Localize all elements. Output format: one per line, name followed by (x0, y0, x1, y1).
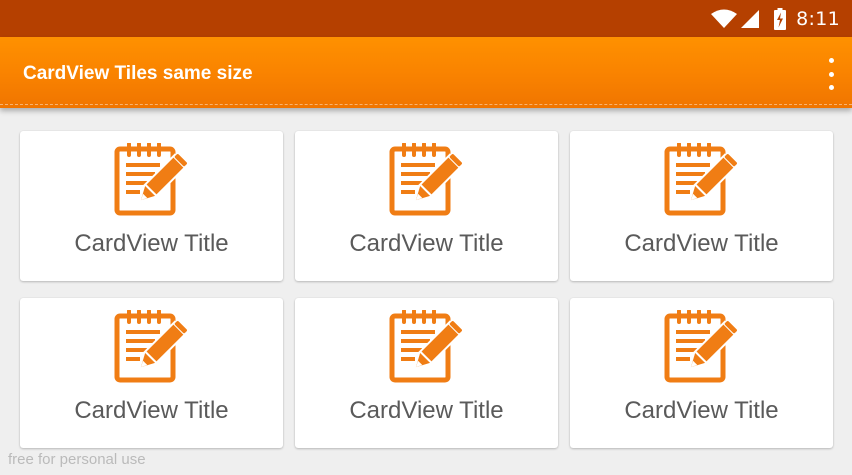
cell-signal-icon (741, 9, 760, 28)
app-title: CardView Tiles same size (23, 63, 253, 84)
card-title: CardView Title (624, 230, 779, 257)
overflow-dot (828, 58, 834, 63)
wifi-icon (711, 9, 738, 28)
card-tile[interactable]: CardView Title (570, 131, 833, 281)
overflow-dot (828, 85, 834, 90)
card-tile[interactable]: CardView Title (20, 298, 283, 448)
notepad-pencil-icon (663, 143, 741, 219)
notepad-pencil-icon (388, 143, 466, 219)
notepad-pencil-icon (113, 310, 191, 386)
card-tile[interactable]: CardView Title (20, 131, 283, 281)
card-title: CardView Title (624, 397, 779, 424)
card-title: CardView Title (74, 230, 229, 257)
card-title: CardView Title (74, 397, 229, 424)
notepad-pencil-icon (388, 310, 466, 386)
card-grid: CardView Title CardView Title CardView T… (0, 108, 852, 475)
card-tile[interactable]: CardView Title (295, 131, 558, 281)
app-bar: CardView Tiles same size (0, 37, 852, 108)
battery-charging-icon (774, 7, 787, 30)
notepad-pencil-icon (113, 143, 191, 219)
status-icons: 8:11 (710, 0, 840, 37)
card-title: CardView Title (349, 397, 504, 424)
overflow-menu-icon[interactable] (824, 58, 838, 90)
card-tile[interactable]: CardView Title (295, 298, 558, 448)
status-bar: 8:11 (0, 0, 852, 37)
overflow-dot (828, 71, 834, 77)
status-clock: 8:11 (796, 7, 840, 30)
card-tile[interactable]: CardView Title (570, 298, 833, 448)
card-title: CardView Title (349, 230, 504, 257)
notepad-pencil-icon (663, 310, 741, 386)
watermark: free for personal use (8, 451, 146, 468)
